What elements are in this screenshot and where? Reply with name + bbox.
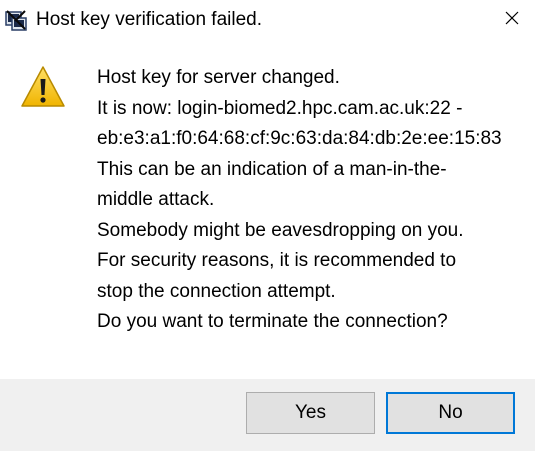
message-line: This can be an indication of a man-in-th…	[97, 158, 447, 180]
message-line: middle attack.	[97, 189, 215, 210]
no-button[interactable]: No	[386, 392, 515, 434]
close-button[interactable]	[488, 0, 535, 40]
message-text: Host key for server changed. It is now: …	[97, 63, 527, 338]
close-icon	[505, 11, 519, 30]
dialog-window: Host key verification failed. Host key f…	[0, 0, 535, 451]
window-title: Host key verification failed.	[36, 9, 262, 30]
message-line: For security reasons, it is recommended …	[97, 250, 457, 271]
message-line: Host key for server changed.	[97, 67, 340, 88]
message-line: eb:e3:a1:f0:64:68:cf:9c:63:da:84:db:2e:e…	[97, 128, 502, 149]
button-bar: Yes No	[0, 379, 535, 451]
title-bar[interactable]: Host key verification failed.	[0, 0, 535, 40]
message-line: Do you want to terminate the connection?	[97, 311, 448, 332]
message-line: stop the connection attempt.	[97, 280, 336, 302]
putty-icon	[5, 9, 27, 31]
yes-button[interactable]: Yes	[246, 392, 375, 434]
message-line: Somebody might be eavesdropping on you.	[97, 219, 464, 241]
message-line: It is now: login-biomed2.hpc.cam.ac.uk:2…	[97, 97, 463, 119]
warning-icon	[20, 64, 66, 110]
